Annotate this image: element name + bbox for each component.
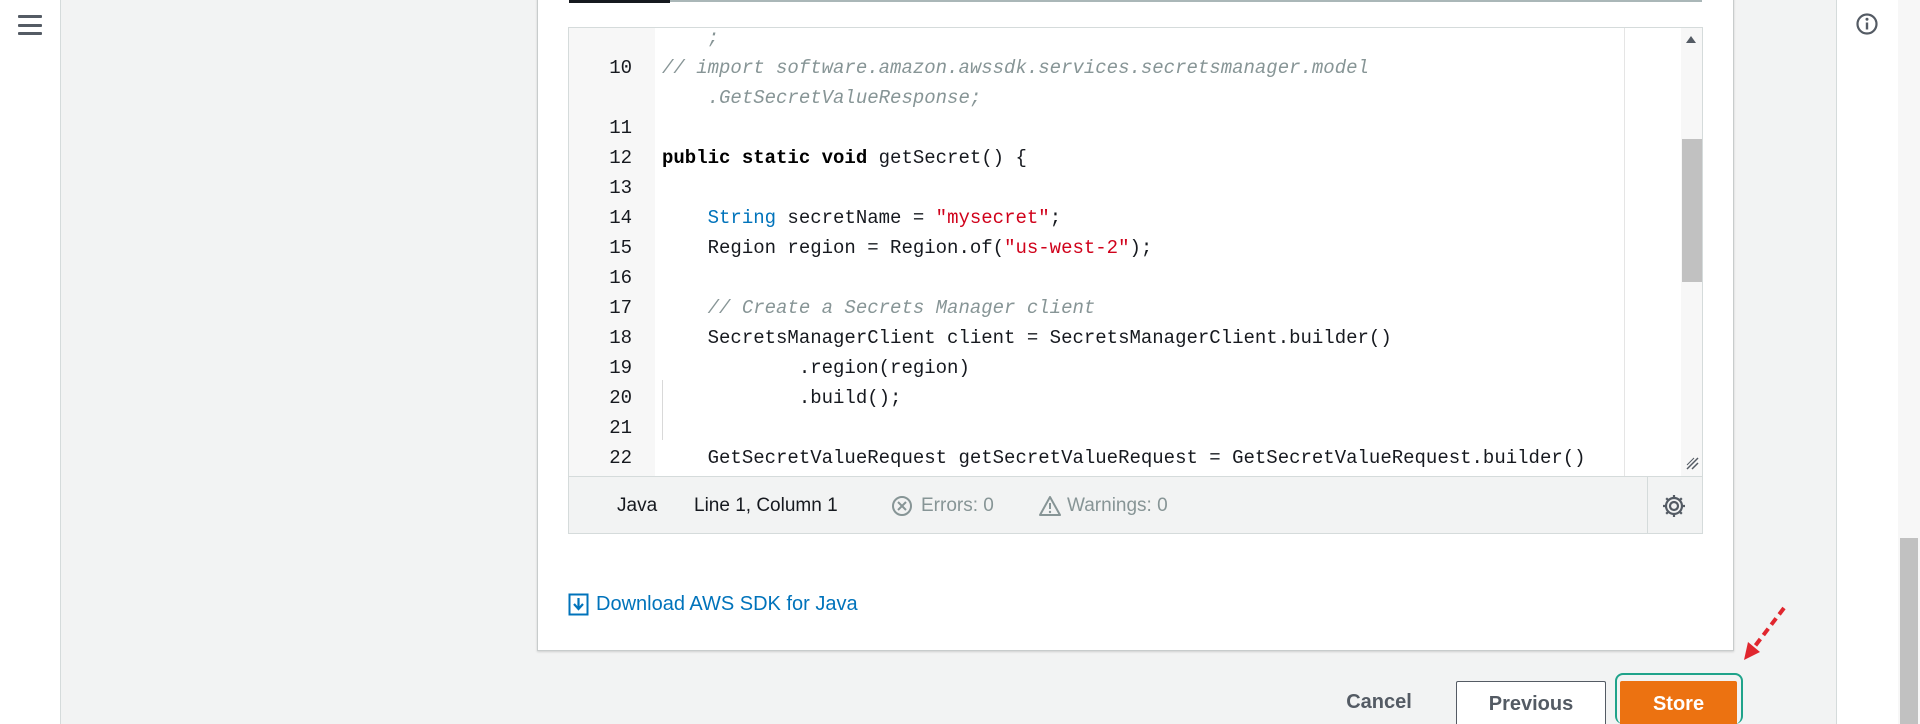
code-token: // Create a Secrets Manager client — [662, 297, 1096, 319]
gear-icon[interactable] — [1661, 493, 1687, 519]
code-text: // Create a Secrets Manager client — [662, 293, 1096, 323]
code-editor[interactable]: ; 10 // import software.amazon.awssdk.serv… — [568, 27, 1703, 534]
code-area[interactable]: ; 10 // import software.amazon.awssdk.serv… — [569, 28, 1625, 476]
resize-handle-icon[interactable] — [1685, 456, 1699, 470]
code-token: SecretsManagerClient client = SecretsMan… — [662, 327, 1392, 349]
code-text: .region(region) — [662, 353, 970, 383]
code-token: getSecret() { — [867, 147, 1027, 169]
download-sdk-link[interactable]: Download AWS SDK for Java — [568, 591, 858, 617]
indent-guide — [662, 380, 663, 440]
code-line: ; — [569, 28, 1624, 53]
hamburger-menu-icon[interactable] — [14, 12, 46, 38]
status-cursor-position: Line 1, Column 1 — [694, 495, 838, 516]
editor-status-bar: Java Line 1, Column 1 Errors: 0 Warnings… — [569, 476, 1702, 533]
code-line: 12 public static void getSecret() { — [569, 143, 1624, 173]
code-token: secretName = — [776, 207, 936, 229]
code-line: 10 // import software.amazon.awssdk.servi… — [569, 53, 1624, 83]
code-line: 19 .region(region) — [569, 353, 1624, 383]
previous-button[interactable]: Previous — [1456, 681, 1606, 724]
line-number: 20 — [609, 387, 632, 409]
line-number: 11 — [609, 117, 632, 139]
page-scrollbar-thumb[interactable] — [1900, 538, 1918, 724]
scroll-up-arrow-icon[interactable] — [1686, 36, 1696, 43]
annotation-arrow-icon — [1744, 606, 1786, 660]
line-number: 18 — [609, 327, 632, 349]
code-token: ; — [1049, 207, 1062, 229]
code-text: ; — [662, 28, 719, 53]
tab-strip-divider — [569, 0, 1702, 2]
status-warnings: Warnings: 0 — [1067, 495, 1168, 516]
warning-triangle-icon — [1039, 496, 1061, 516]
editor-scrollbar-thumb[interactable] — [1682, 139, 1702, 282]
download-sdk-label[interactable]: Download AWS SDK for Java — [596, 593, 858, 616]
code-token: GetSecretValueRequest getSecretValueRequ… — [662, 447, 1586, 469]
cancel-button[interactable]: Cancel — [1336, 680, 1422, 724]
line-number: 17 — [609, 297, 632, 319]
code-text: String secretName = "mysecret"; — [662, 203, 1062, 233]
code-text: .GetSecretValueResponse; — [662, 83, 982, 113]
code-token: Region region = Region.of( — [662, 237, 1005, 259]
code-line: 16 — [569, 263, 1624, 293]
active-tab-indicator — [569, 0, 670, 3]
code-token: .region(region) — [662, 357, 970, 379]
code-token: ); — [1129, 237, 1153, 259]
store-button[interactable]: Store — [1620, 681, 1737, 724]
code-text: GetSecretValueRequest getSecretValueRequ… — [662, 443, 1586, 473]
code-text: Region region = Region.of("us-west-2"); — [662, 233, 1153, 263]
line-number: 14 — [609, 207, 632, 229]
error-circle-x-icon — [892, 496, 912, 516]
line-number: 12 — [609, 147, 632, 169]
code-text: .build(); — [662, 383, 902, 413]
code-line: 20 .build(); — [569, 383, 1624, 413]
code-token: ; — [662, 28, 720, 49]
code-line: 17 // Create a Secrets Manager client — [569, 293, 1624, 323]
status-divider — [1647, 477, 1648, 533]
code-line: 14 String secretName = "mysecret"; — [569, 203, 1624, 233]
line-number: 21 — [609, 417, 632, 439]
code-token: // import software.amazon.awssdk.service… — [662, 57, 1369, 79]
code-token: "us-west-2" — [1004, 237, 1130, 259]
code-line: 21 — [569, 413, 1624, 443]
code-line: 18 SecretsManagerClient client = Secrets… — [569, 323, 1624, 353]
code-token: .build(); — [662, 387, 902, 409]
download-icon — [568, 593, 589, 615]
code-token: public static void — [662, 147, 868, 169]
code-line: 15 Region region = Region.of("us-west-2"… — [569, 233, 1624, 263]
code-text: public static void getSecret() { — [662, 143, 1027, 173]
code-token: "mysecret" — [935, 207, 1050, 229]
line-number: 19 — [609, 357, 632, 379]
code-line: 13 — [569, 173, 1624, 203]
line-number: 15 — [609, 237, 632, 259]
code-line: 22 GetSecretValueRequest getSecretValueR… — [569, 443, 1624, 473]
line-number: 10 — [609, 57, 632, 79]
code-text: // import software.amazon.awssdk.service… — [662, 53, 1369, 83]
navigation-rail — [0, 0, 61, 724]
line-number: 13 — [609, 177, 632, 199]
code-line: 11 — [569, 113, 1624, 143]
code-text: SecretsManagerClient client = SecretsMan… — [662, 323, 1392, 353]
info-icon[interactable] — [1855, 12, 1879, 36]
code-token: String — [707, 207, 777, 229]
line-number: 16 — [609, 267, 632, 289]
status-language: Java — [617, 495, 658, 516]
line-number: 22 — [609, 447, 632, 469]
code-line: .GetSecretValueResponse; — [569, 83, 1624, 113]
status-errors: Errors: 0 — [921, 495, 994, 516]
code-token: .GetSecretValueResponse; — [662, 87, 982, 109]
